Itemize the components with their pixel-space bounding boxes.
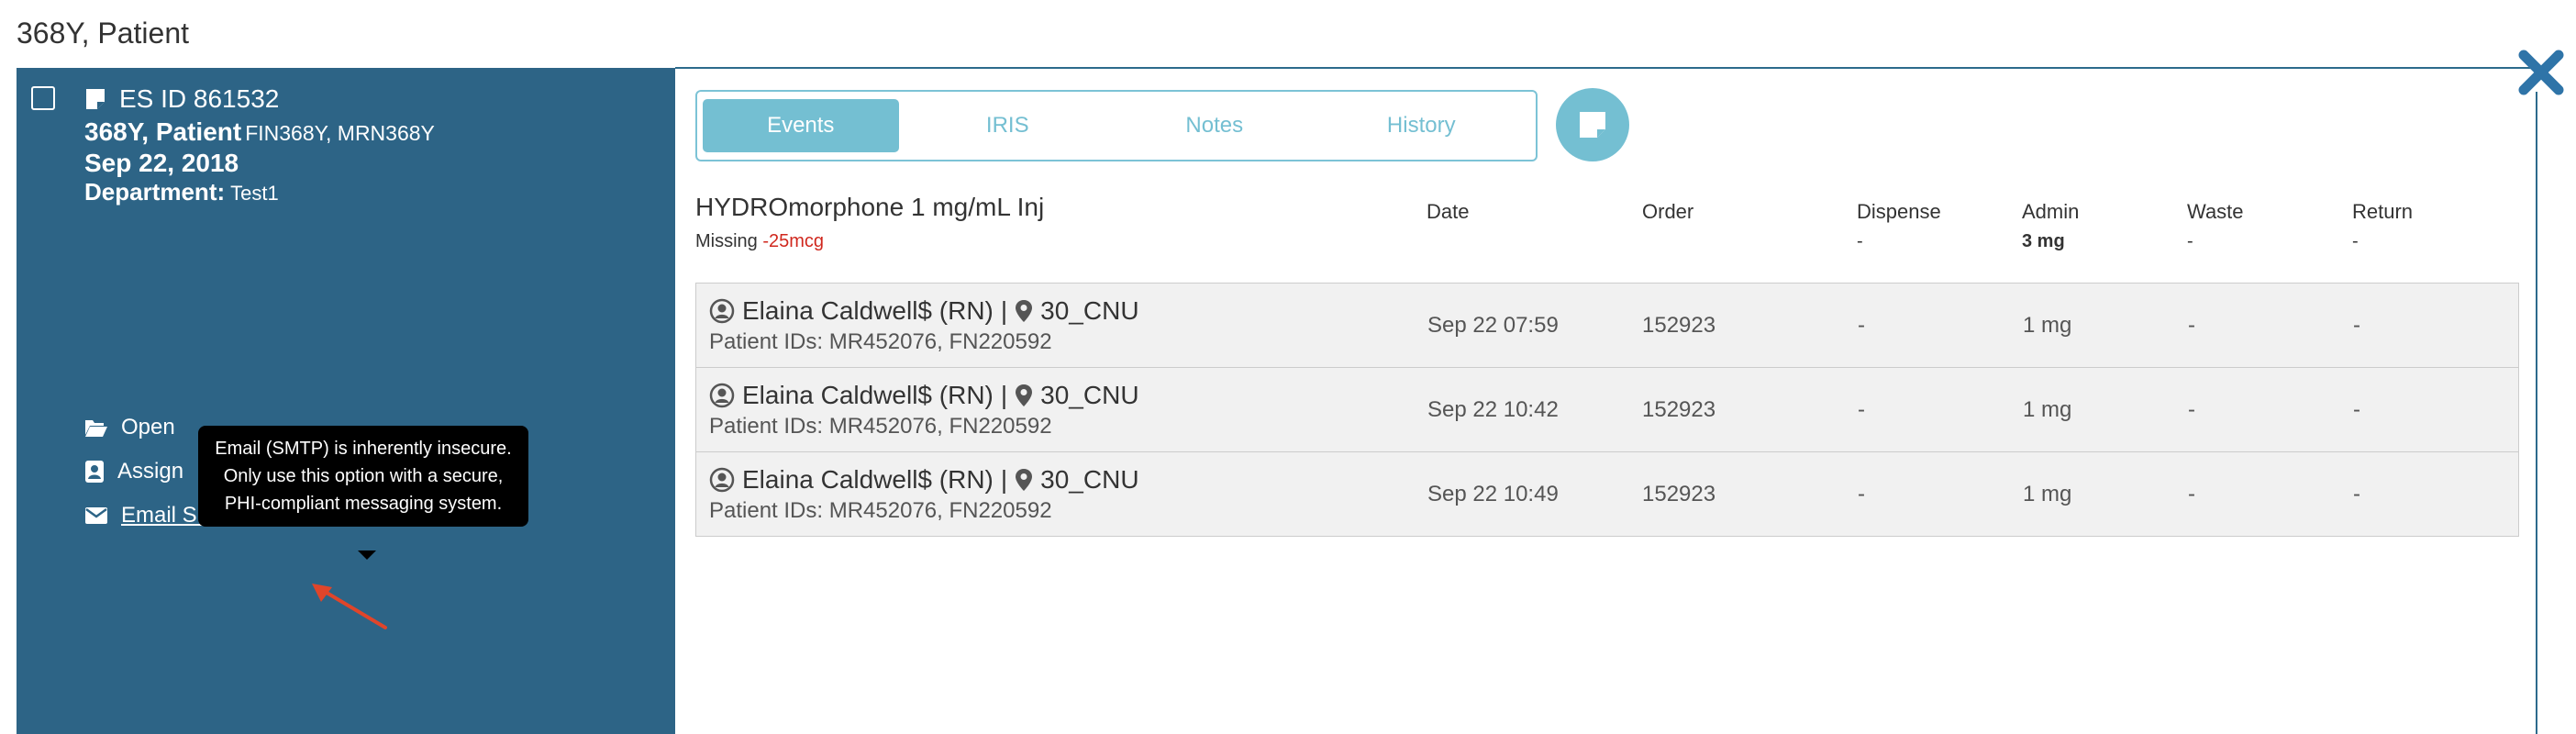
open-action[interactable]: Open (84, 415, 175, 440)
assign-label: Assign (117, 459, 184, 484)
summary-admin: 3 mg (2022, 231, 2065, 251)
event-user: Elaina Caldwell$ (RN) | 30_CNU (709, 465, 1139, 495)
event-date: Sep 22 07:59 (1427, 313, 1559, 338)
patient-sidebar: ES ID 861532 368Y, Patient FIN368Y, MRN36… (17, 68, 675, 734)
sticky-note-icon (1580, 112, 1605, 138)
map-marker-icon (1016, 384, 1033, 406)
add-note-button[interactable] (1556, 88, 1629, 161)
column-admin: Admin (2022, 200, 2080, 223)
sticky-note-icon (86, 89, 105, 109)
column-order: Order (1642, 200, 1694, 223)
event-admin: 1 mg (2023, 313, 2072, 338)
event-patient-ids: Patient IDs: MR452076, FN220592 (709, 414, 1052, 439)
user-name: Elaina Caldwell$ (RN) (742, 381, 994, 409)
es-id: ES ID 861532 (119, 84, 280, 113)
map-marker-icon (1016, 300, 1033, 322)
event-order: 152923 (1642, 482, 1716, 506)
tab-history[interactable]: History (1324, 99, 1520, 152)
event-waste: - (2188, 397, 2195, 422)
event-user: Elaina Caldwell$ (RN) | 30_CNU (709, 381, 1139, 410)
summary-return: - (2352, 231, 2359, 251)
summary-dispense: - (1857, 231, 1863, 251)
close-icon[interactable] (2516, 48, 2566, 97)
tab-iris[interactable]: IRIS (910, 99, 1106, 152)
column-waste: Waste (2187, 200, 2244, 223)
encounter-date: Sep 22, 2018 (84, 149, 239, 177)
assign-icon (85, 461, 104, 483)
patient-ids: FIN368Y, MRN368Y (245, 121, 435, 145)
event-admin: 1 mg (2023, 397, 2072, 422)
missing-value: -25mcg (762, 231, 825, 251)
event-patient-ids: Patient IDs: MR452076, FN220592 (709, 329, 1052, 354)
panel-right-border (2536, 92, 2537, 734)
location: 30_CNU (1040, 381, 1139, 409)
event-waste: - (2188, 313, 2195, 338)
location: 30_CNU (1040, 296, 1139, 325)
summary-waste: - (2187, 231, 2193, 251)
event-dispense: - (1858, 397, 1865, 422)
table-row[interactable]: Elaina Caldwell$ (RN) | 30_CNU Patient I… (696, 284, 2518, 368)
department-label: Department: (84, 178, 226, 206)
event-order: 152923 (1642, 313, 1716, 338)
patient-name: 368Y, Patient (84, 117, 242, 146)
events-table: Elaina Caldwell$ (RN) | 30_CNU Patient I… (695, 283, 2519, 537)
table-row[interactable]: Elaina Caldwell$ (RN) | 30_CNU Patient I… (696, 452, 2518, 536)
user-name: Elaina Caldwell$ (RN) (742, 465, 994, 494)
department-row: Department: Test1 (84, 178, 279, 206)
tab-notes[interactable]: Notes (1116, 99, 1313, 152)
table-row[interactable]: Elaina Caldwell$ (RN) | 30_CNU Patient I… (696, 368, 2518, 452)
separator: | (1000, 381, 1008, 409)
user-circle-icon (709, 467, 735, 493)
event-waste: - (2188, 482, 2195, 506)
email-security-tooltip: Email (SMTP) is inherently insecure. Onl… (198, 426, 528, 527)
location: 30_CNU (1040, 465, 1139, 494)
es-id-row: ES ID 861532 (84, 84, 279, 114)
event-dispense: - (1858, 313, 1865, 338)
user-circle-icon (709, 383, 735, 408)
tab-events[interactable]: Events (703, 99, 899, 152)
annotation-arrow-icon (312, 584, 387, 629)
page-title: 368Y, Patient (17, 17, 190, 50)
event-date: Sep 22 10:42 (1427, 397, 1559, 422)
user-name: Elaina Caldwell$ (RN) (742, 296, 994, 325)
missing-label: Missing (695, 231, 758, 251)
envelope-icon (85, 507, 107, 524)
select-checkbox[interactable] (31, 86, 55, 110)
event-dispense: - (1858, 482, 1865, 506)
event-user: Elaina Caldwell$ (RN) | 30_CNU (709, 296, 1139, 326)
folder-open-icon (85, 420, 107, 437)
column-date: Date (1427, 200, 1470, 223)
event-tabs: Events IRIS Notes History (695, 90, 1538, 161)
user-circle-icon (709, 298, 735, 324)
event-return: - (2353, 397, 2360, 422)
medication-name: HYDROmorphone 1 mg/mL Inj (695, 193, 1045, 221)
column-return: Return (2352, 200, 2414, 223)
missing-summary: Missing -25mcg (695, 231, 824, 252)
event-admin: 1 mg (2023, 482, 2072, 506)
column-dispense: Dispense (1857, 200, 1941, 223)
map-marker-icon (1016, 469, 1033, 491)
open-label: Open (121, 415, 175, 439)
separator: | (1000, 465, 1008, 494)
tooltip-pointer (358, 550, 376, 560)
event-patient-ids: Patient IDs: MR452076, FN220592 (709, 498, 1052, 523)
assign-action[interactable]: Assign (84, 459, 183, 484)
event-order: 152923 (1642, 397, 1716, 422)
department-value: Test1 (230, 182, 279, 205)
event-date: Sep 22 10:49 (1427, 482, 1559, 506)
header-divider (675, 67, 2537, 69)
event-return: - (2353, 482, 2360, 506)
separator: | (1000, 296, 1008, 325)
patient-line: 368Y, Patient FIN368Y, MRN368Y (84, 117, 435, 147)
event-return: - (2353, 313, 2360, 338)
